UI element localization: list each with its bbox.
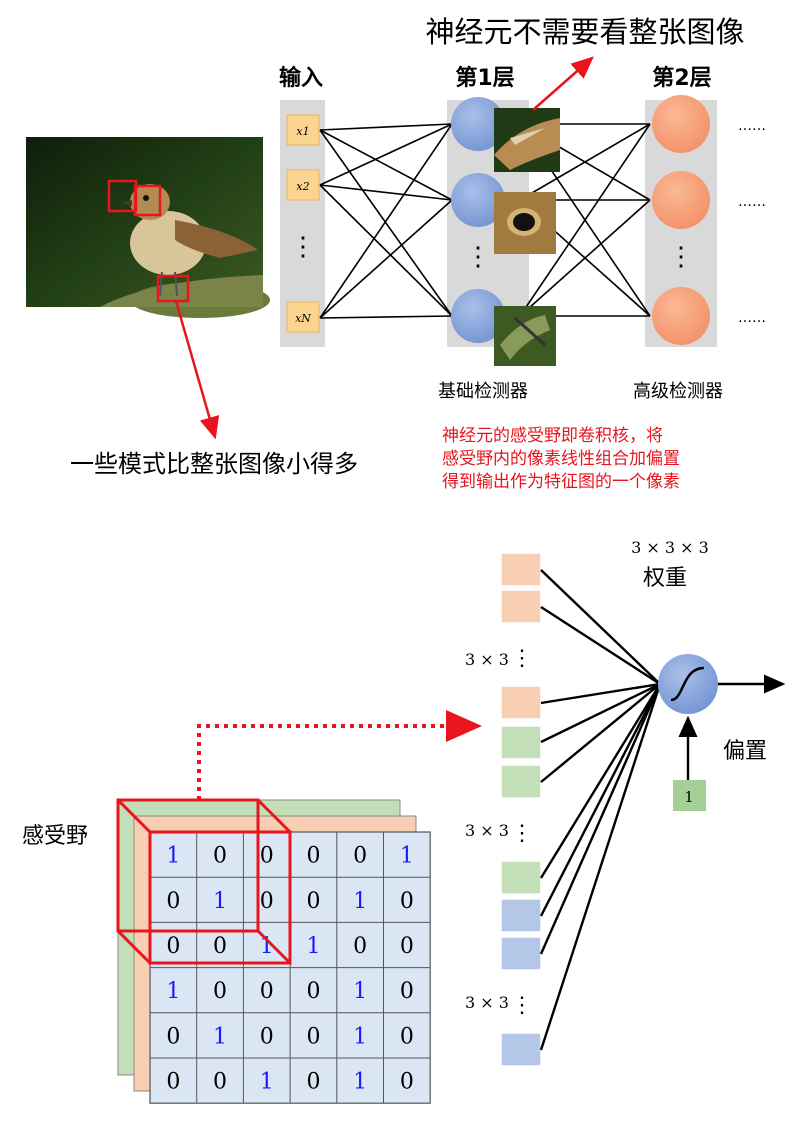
weight-box xyxy=(500,725,542,760)
layer2-node-2 xyxy=(652,171,710,229)
matrix-cell: 0 xyxy=(306,1024,320,1049)
matrix-cell: 1 xyxy=(353,889,367,914)
input-node-2: x2 xyxy=(286,169,320,201)
top-title: 神经元不需要看整张图像 xyxy=(425,15,744,49)
matrix-cell: 0 xyxy=(306,889,320,914)
weight-lines xyxy=(539,569,662,1051)
weight-vdots-2: ⋮ xyxy=(511,821,533,846)
matrix-cell: 0 xyxy=(260,1024,274,1049)
bias-value: 1 xyxy=(684,788,694,806)
bias-label: 偏置 xyxy=(723,739,767,764)
patch-arrow xyxy=(532,56,594,111)
layer1-vdots: ⋮ xyxy=(465,242,491,272)
bird-photo xyxy=(26,137,270,318)
connections-in-l1 xyxy=(319,123,453,319)
matrix-cell: 1 xyxy=(166,979,180,1004)
svg-text:x2: x2 xyxy=(296,180,309,193)
patch-claw xyxy=(494,306,556,366)
pattern-note: 一些模式比整张图像小得多 xyxy=(70,450,358,478)
svg-text:xN: xN xyxy=(295,312,311,325)
weight-box xyxy=(500,1032,542,1067)
matrix-cell: 1 xyxy=(166,844,180,869)
matrix-cell: 0 xyxy=(213,934,227,959)
weight-vdots-1: ⋮ xyxy=(511,646,533,671)
basic-detector-label: 基础检测器 xyxy=(438,381,528,402)
block-dim-2: 3 × 3 xyxy=(465,821,509,840)
matrix-cell: 0 xyxy=(166,934,180,959)
matrix-cell: 0 xyxy=(213,1070,227,1095)
matrix-cell: 0 xyxy=(400,1070,414,1095)
rf-dotted-arrow xyxy=(197,710,482,800)
layer2-node-3 xyxy=(652,287,710,345)
weights-dim: 3 × 3 × 3 xyxy=(631,538,709,557)
pattern-arrow xyxy=(174,300,220,440)
receptive-field-label: 感受野 xyxy=(22,824,88,849)
matrix-cell: 1 xyxy=(213,1024,227,1049)
matrix-cell: 0 xyxy=(306,844,320,869)
layer1-label: 第1层 xyxy=(455,65,514,91)
input-node-1: x1 xyxy=(286,114,320,146)
matrix-cell: 0 xyxy=(213,844,227,869)
matrix-cell: 1 xyxy=(213,889,227,914)
block-dim-3: 3 × 3 xyxy=(465,993,509,1012)
matrix-cell: 1 xyxy=(260,1070,274,1095)
weight-box xyxy=(500,552,542,587)
patch-eye xyxy=(494,192,556,254)
hdots-2: …… xyxy=(738,194,766,210)
weight-box xyxy=(500,764,542,799)
layer2-vdots: ⋮ xyxy=(668,242,694,272)
matrix-cell: 1 xyxy=(306,934,320,959)
matrix-cell: 0 xyxy=(260,889,274,914)
matrix-cell: 0 xyxy=(400,934,414,959)
matrix-cell: 0 xyxy=(213,979,227,1004)
rf-note-line-2: 感受野内的像素线性组合加偏置 xyxy=(442,449,680,469)
layer2-node-1 xyxy=(652,95,710,153)
matrix-cell: 0 xyxy=(306,1070,320,1095)
input-label: 输入 xyxy=(279,65,323,91)
matrix-cell: 0 xyxy=(260,979,274,1004)
weight-box xyxy=(500,898,542,933)
hdots-1: …… xyxy=(738,118,766,134)
weight-box xyxy=(500,860,542,895)
matrix-cell: 1 xyxy=(353,979,367,1004)
matrix-cell: 1 xyxy=(353,1070,367,1095)
advanced-detector-label: 高级检测器 xyxy=(633,381,723,402)
hdots-3: …… xyxy=(738,310,766,326)
matrix-cell: 0 xyxy=(353,844,367,869)
matrix-cell: 0 xyxy=(166,889,180,914)
weight-box xyxy=(500,685,542,720)
neuron xyxy=(658,654,718,714)
input-node-n: xN xyxy=(286,301,320,333)
matrix-cell: 0 xyxy=(166,1024,180,1049)
matrix-cell: 1 xyxy=(353,1024,367,1049)
matrix-cell: 0 xyxy=(166,1070,180,1095)
input-vdots: ⋮ xyxy=(290,232,316,262)
rf-note-line-1: 神经元的感受野即卷积核，将 xyxy=(442,426,663,446)
matrix-cell: 1 xyxy=(400,844,414,869)
matrix-cell: 0 xyxy=(400,1024,414,1049)
weight-box xyxy=(500,936,542,971)
matrix-cell: 0 xyxy=(260,844,274,869)
matrix-cell: 0 xyxy=(400,979,414,1004)
block-dim-1: 3 × 3 xyxy=(465,650,509,669)
layer2-label: 第2层 xyxy=(652,65,711,91)
patch-beak xyxy=(494,108,560,172)
weight-column xyxy=(500,552,542,1067)
weight-vdots-3: ⋮ xyxy=(511,993,533,1018)
matrix-cell: 0 xyxy=(306,979,320,1004)
rf-note-line-3: 得到输出作为特征图的一个像素 xyxy=(442,472,680,492)
weights-label: 权重 xyxy=(643,566,687,591)
weight-box xyxy=(500,589,542,624)
svg-text:x1: x1 xyxy=(296,125,309,138)
matrix-cell: 0 xyxy=(353,934,367,959)
matrix-cell: 0 xyxy=(400,889,414,914)
